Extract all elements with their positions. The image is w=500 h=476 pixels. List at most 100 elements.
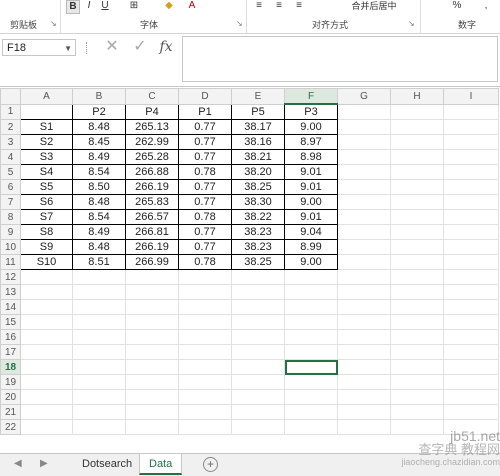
row-header[interactable]: 5 — [0, 164, 21, 180]
cell-b10[interactable]: 8.48 — [72, 239, 126, 255]
row-header[interactable]: 21 — [0, 404, 21, 420]
cell-i16[interactable] — [443, 329, 499, 345]
cell-h3[interactable] — [390, 134, 444, 150]
font-color-icon[interactable]: A — [186, 0, 198, 12]
cell-h13[interactable] — [390, 284, 444, 300]
cell-d19[interactable] — [178, 374, 232, 390]
cell-e10[interactable]: 38.23 — [231, 239, 285, 255]
cell-i11[interactable] — [443, 254, 499, 270]
cell-g6[interactable] — [337, 179, 391, 195]
row-header[interactable]: 17 — [0, 344, 21, 360]
cell-a10[interactable]: S9 — [20, 239, 73, 255]
cell-e16[interactable] — [231, 329, 285, 345]
row-header[interactable]: 12 — [0, 269, 21, 285]
cell-a18[interactable] — [20, 359, 73, 375]
cell-f8[interactable]: 9.01 — [284, 209, 338, 225]
clipboard-launcher-icon[interactable]: ↘ — [50, 19, 57, 28]
cell-c18[interactable] — [125, 359, 179, 375]
cell-d16[interactable] — [178, 329, 232, 345]
cell-b8[interactable]: 8.54 — [72, 209, 126, 225]
cell-d13[interactable] — [178, 284, 232, 300]
cell-d3[interactable]: 0.77 — [178, 134, 232, 150]
cell-a4[interactable]: S3 — [20, 149, 73, 165]
cell-b22[interactable] — [72, 419, 126, 435]
cell-h6[interactable] — [390, 179, 444, 195]
cell-h7[interactable] — [390, 194, 444, 210]
cell-a11[interactable]: S10 — [20, 254, 73, 270]
cell-d2[interactable]: 0.77 — [178, 119, 232, 135]
row-header[interactable]: 11 — [0, 254, 21, 270]
cell-a12[interactable] — [20, 269, 73, 285]
cell-e8[interactable]: 38.22 — [231, 209, 285, 225]
cell-f14[interactable] — [284, 299, 338, 315]
cell-f18[interactable] — [284, 359, 338, 375]
cell-f1[interactable]: P3 — [284, 103, 338, 120]
cell-c3[interactable]: 262.99 — [125, 134, 179, 150]
cell-f22[interactable] — [284, 419, 338, 435]
cell-i1[interactable] — [443, 103, 499, 120]
cell-e1[interactable]: P5 — [231, 103, 285, 120]
cell-f10[interactable]: 8.99 — [284, 239, 338, 255]
cell-e4[interactable]: 38.21 — [231, 149, 285, 165]
cell-h17[interactable] — [390, 344, 444, 360]
cell-a22[interactable] — [20, 419, 73, 435]
cell-f7[interactable]: 9.00 — [284, 194, 338, 210]
cell-c7[interactable]: 265.83 — [125, 194, 179, 210]
cell-g3[interactable] — [337, 134, 391, 150]
cell-d18[interactable] — [178, 359, 232, 375]
cell-i22[interactable] — [443, 419, 499, 435]
row-header[interactable]: 20 — [0, 389, 21, 405]
cell-c19[interactable] — [125, 374, 179, 390]
cell-f15[interactable] — [284, 314, 338, 330]
cell-a16[interactable] — [20, 329, 73, 345]
cell-g5[interactable] — [337, 164, 391, 180]
cell-g22[interactable] — [337, 419, 391, 435]
cell-e22[interactable] — [231, 419, 285, 435]
cell-c20[interactable] — [125, 389, 179, 405]
cell-f13[interactable] — [284, 284, 338, 300]
cell-b21[interactable] — [72, 404, 126, 420]
cell-e3[interactable]: 38.16 — [231, 134, 285, 150]
cell-g2[interactable] — [337, 119, 391, 135]
cell-e19[interactable] — [231, 374, 285, 390]
comma-button[interactable]: , — [482, 0, 490, 12]
cell-e9[interactable]: 38.23 — [231, 224, 285, 240]
cell-b17[interactable] — [72, 344, 126, 360]
row-header[interactable]: 14 — [0, 299, 21, 315]
cell-a5[interactable]: S4 — [20, 164, 73, 180]
cell-i6[interactable] — [443, 179, 499, 195]
cell-c9[interactable]: 266.81 — [125, 224, 179, 240]
cell-b14[interactable] — [72, 299, 126, 315]
row-header[interactable]: 3 — [0, 134, 21, 150]
cell-e5[interactable]: 38.20 — [231, 164, 285, 180]
cell-g1[interactable] — [337, 103, 391, 120]
insert-function-button[interactable]: fx — [156, 37, 176, 57]
cell-i9[interactable] — [443, 224, 499, 240]
cell-f21[interactable] — [284, 404, 338, 420]
cell-i13[interactable] — [443, 284, 499, 300]
row-header[interactable]: 9 — [0, 224, 21, 240]
column-header-b[interactable]: B — [72, 88, 126, 105]
cell-h19[interactable] — [390, 374, 444, 390]
cell-h12[interactable] — [390, 269, 444, 285]
cell-d6[interactable]: 0.77 — [178, 179, 232, 195]
next-sheet-icon[interactable]: ▶ — [40, 458, 48, 469]
sheet-tab-dotsearch[interactable]: Dotsearch — [73, 454, 141, 475]
cell-g21[interactable] — [337, 404, 391, 420]
cell-a14[interactable] — [20, 299, 73, 315]
cell-e6[interactable]: 38.25 — [231, 179, 285, 195]
borders-icon[interactable]: ⊞ — [128, 0, 140, 12]
row-header[interactable]: 16 — [0, 329, 21, 345]
cell-c13[interactable] — [125, 284, 179, 300]
cell-c10[interactable]: 266.19 — [125, 239, 179, 255]
cell-h18[interactable] — [390, 359, 444, 375]
cell-d5[interactable]: 0.78 — [178, 164, 232, 180]
cell-b6[interactable]: 8.50 — [72, 179, 126, 195]
cell-h16[interactable] — [390, 329, 444, 345]
cell-d20[interactable] — [178, 389, 232, 405]
cell-h1[interactable] — [390, 103, 444, 120]
cell-a1[interactable] — [20, 103, 73, 120]
cell-e14[interactable] — [231, 299, 285, 315]
align-right-icon[interactable]: ≡ — [292, 0, 306, 12]
cell-g10[interactable] — [337, 239, 391, 255]
